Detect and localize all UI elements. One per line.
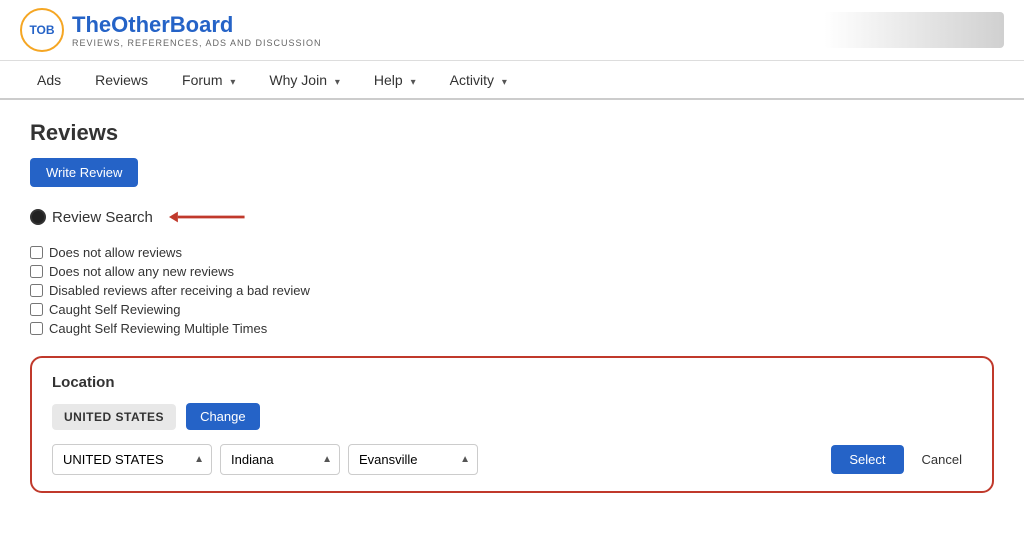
checkbox-no-reviews[interactable] — [30, 246, 43, 259]
location-row1: UNITED STATES Change — [52, 403, 972, 430]
list-item: Caught Self Reviewing Multiple Times — [30, 321, 994, 336]
nav-item-activity: Activity ▾ — [433, 61, 524, 98]
list-item: Caught Self Reviewing — [30, 302, 994, 317]
red-arrow-icon — [169, 205, 249, 229]
help-dropdown-arrow: ▾ — [411, 77, 416, 88]
country-select[interactable]: UNITED STATES — [52, 444, 212, 475]
city-select[interactable]: Evansville — [348, 444, 478, 475]
forum-dropdown-arrow: ▾ — [230, 77, 235, 88]
checkbox-label: Disabled reviews after receiving a bad r… — [49, 283, 310, 298]
nav-item-ads: Ads — [20, 61, 78, 98]
review-search-text: Review Search — [52, 209, 153, 226]
nav-item-help: Help ▾ — [357, 61, 433, 98]
checkbox-self-reviewing[interactable] — [30, 303, 43, 316]
checkbox-self-reviewing-multiple[interactable] — [30, 322, 43, 335]
logo-tagline: REVIEWS, REFERENCES, ADS AND DISCUSSION — [72, 38, 322, 48]
review-search-label: Review Search — [30, 209, 153, 226]
list-item: Does not allow reviews — [30, 245, 994, 260]
nav-list: Ads Reviews Forum ▾ Why Join ▾ Help ▾ A — [20, 61, 1004, 98]
page-title: Reviews — [30, 120, 994, 146]
checkbox-label: Caught Self Reviewing — [49, 302, 181, 317]
location-row2: UNITED STATES ▲ Indiana ▲ Evansville ▲ — [52, 444, 972, 475]
review-search-row: Review Search — [30, 205, 994, 229]
checkbox-label: Does not allow any new reviews — [49, 264, 234, 279]
checkbox-label: Does not allow reviews — [49, 245, 182, 260]
location-title: Location — [52, 374, 972, 391]
location-selects-row: UNITED STATES ▲ Indiana ▲ Evansville ▲ — [52, 444, 972, 475]
logo[interactable]: TOB TheOtherBoard REVIEWS, REFERENCES, A… — [20, 8, 322, 52]
nav-link-why-join[interactable]: Why Join ▾ — [252, 61, 357, 98]
logo-text: TheOtherBoard REVIEWS, REFERENCES, ADS A… — [72, 12, 322, 48]
state-select-wrapper: Indiana ▲ — [220, 444, 340, 475]
main-content: Reviews Write Review Review Search Does … — [0, 100, 1024, 513]
arrow-indicator — [169, 205, 249, 229]
nav-item-forum: Forum ▾ — [165, 61, 252, 98]
nav-item-reviews: Reviews — [78, 61, 165, 98]
nav-item-why-join: Why Join ▾ — [252, 61, 357, 98]
country-badge: UNITED STATES — [52, 404, 176, 430]
checkbox-disabled-reviews[interactable] — [30, 284, 43, 297]
logo-name: TheOtherBoard — [72, 12, 322, 38]
list-item: Does not allow any new reviews — [30, 264, 994, 279]
location-box: Location UNITED STATES Change UNITED STA… — [30, 356, 994, 493]
nav-link-reviews[interactable]: Reviews — [78, 61, 165, 98]
logo-abbr: TOB — [29, 23, 54, 37]
logo-icon: TOB — [20, 8, 64, 52]
header-right-area — [824, 12, 1004, 48]
radio-icon — [30, 209, 46, 225]
cancel-button[interactable]: Cancel — [912, 445, 972, 474]
activity-dropdown-arrow: ▾ — [502, 77, 507, 88]
state-select[interactable]: Indiana — [220, 444, 340, 475]
nav-link-activity[interactable]: Activity ▾ — [433, 61, 524, 98]
country-select-wrapper: UNITED STATES ▲ — [52, 444, 212, 475]
select-button[interactable]: Select — [831, 445, 903, 474]
checkbox-list: Does not allow reviews Does not allow an… — [30, 245, 994, 336]
nav-link-help[interactable]: Help ▾ — [357, 61, 433, 98]
write-review-button[interactable]: Write Review — [30, 158, 138, 187]
nav-link-ads[interactable]: Ads — [20, 61, 78, 98]
checkbox-no-new-reviews[interactable] — [30, 265, 43, 278]
checkbox-label: Caught Self Reviewing Multiple Times — [49, 321, 267, 336]
navigation: Ads Reviews Forum ▾ Why Join ▾ Help ▾ A — [0, 61, 1024, 100]
why-join-dropdown-arrow: ▾ — [335, 77, 340, 88]
list-item: Disabled reviews after receiving a bad r… — [30, 283, 994, 298]
nav-link-forum[interactable]: Forum ▾ — [165, 61, 252, 98]
change-button[interactable]: Change — [186, 403, 260, 430]
city-select-wrapper: Evansville ▲ — [348, 444, 478, 475]
header: TOB TheOtherBoard REVIEWS, REFERENCES, A… — [0, 0, 1024, 61]
